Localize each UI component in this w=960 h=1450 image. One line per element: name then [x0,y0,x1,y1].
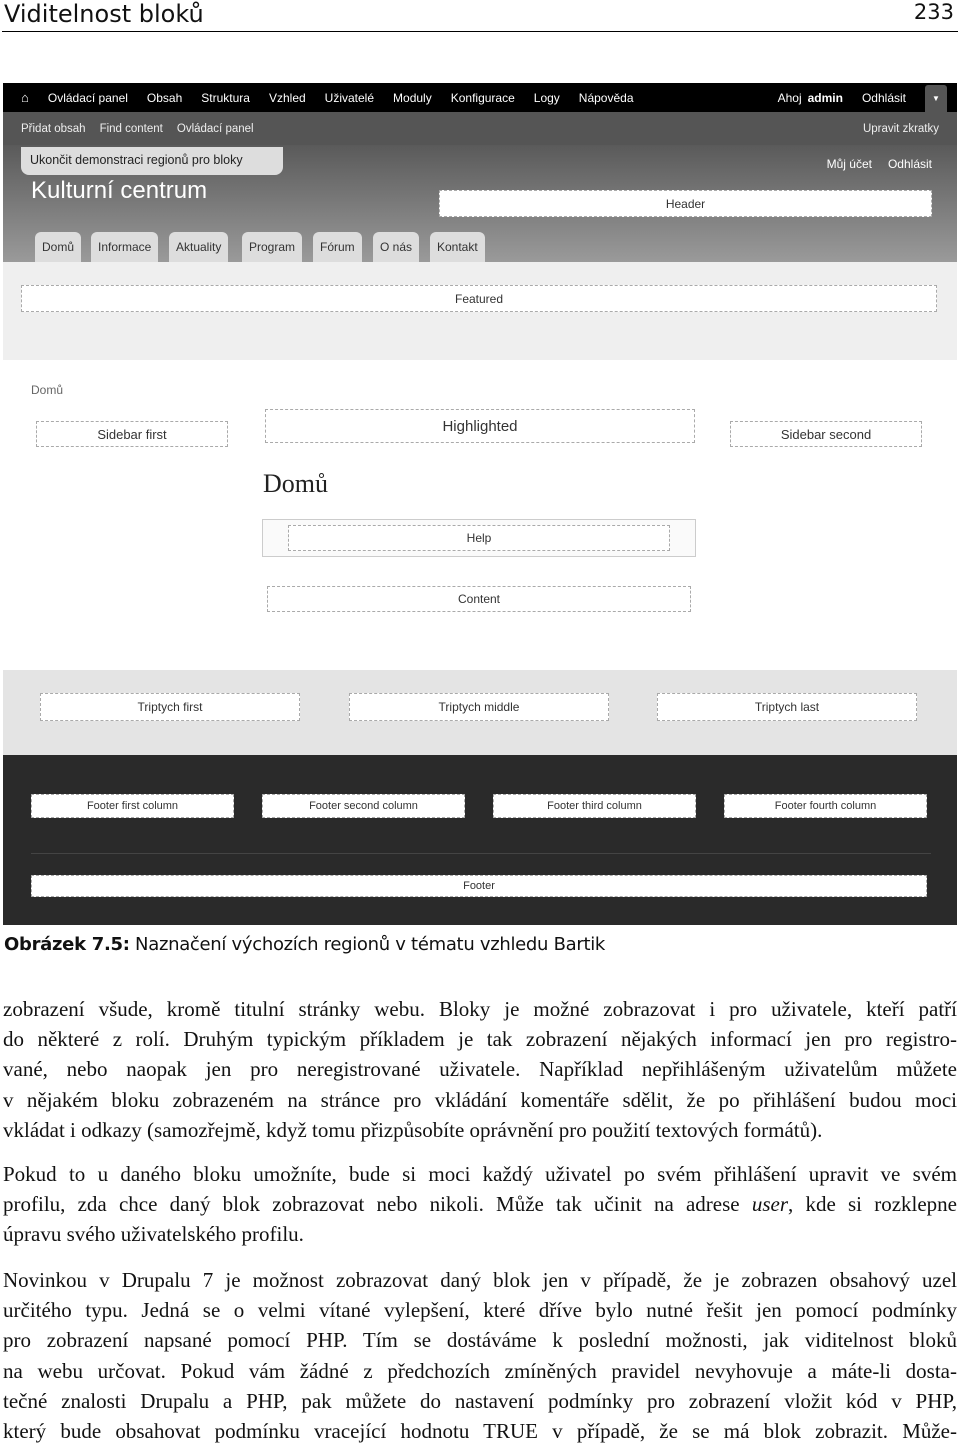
region-footer-fourth: Footer fourth column [724,794,927,818]
text-line: který bude obsahovat podmínku vracející … [3,1418,957,1443]
tab-program[interactable]: Program [242,232,303,262]
region-triptych-first: Triptych first [40,693,300,721]
shortcut-link[interactable]: Přidat obsah [21,123,86,135]
my-account-link[interactable]: Můj účet [827,157,872,171]
featured-area: Featured [3,262,957,360]
text-line: vkládat i odkazy (samozřejmě, když tomu … [3,1117,823,1142]
exit-demo-button[interactable]: Ukončit demonstraci regionů pro bloky [21,147,283,175]
shortcuts-bar: Přidat obsah Find content Ovládací panel… [3,112,957,145]
toolbar-item[interactable]: Moduly [393,91,432,105]
tab-contact[interactable]: Kontakt [430,232,485,262]
region-footer-first: Footer first column [31,794,234,818]
site-name[interactable]: Kulturní centrum [31,177,207,205]
tab-news[interactable]: Aktuality [169,232,229,262]
region-highlighted: Highlighted [265,409,695,443]
text-line: v nějakém bloku zobrazeném na stránce pr… [3,1087,957,1112]
text-line: tečné znalosti Drupalu a PHP, pak můžete… [3,1388,957,1413]
text-line: Novinkou v Drupalu 7 je možnost zobrazov… [3,1268,957,1292]
region-sidebar-first: Sidebar first [36,421,228,447]
tab-about[interactable]: O nás [373,232,420,262]
toolbar-item[interactable]: Obsah [147,91,182,105]
screenshot-figure: ⌂ Ovládací panel Obsah Struktura Vzhled … [3,83,957,925]
edit-shortcuts-link[interactable]: Upravit zkratky [863,123,939,135]
shortcut-link[interactable]: Ovládací panel [177,123,254,135]
paragraph-1: zobrazení všude, kromě titulní stránky w… [3,994,957,1145]
toolbar-item[interactable]: Nápověda [579,91,634,105]
page-title: Domů [263,469,328,498]
username[interactable]: admin [808,91,843,105]
toolbar-item[interactable]: Uživatelé [325,91,374,105]
admin-toolbar: ⌂ Ovládací panel Obsah Struktura Vzhled … [3,83,957,112]
footer-divider [31,853,931,854]
text-line: určitého typu. Jedná se o velmi vítané v… [3,1298,957,1323]
region-featured: Featured [21,285,937,312]
shortcut-link[interactable]: Find content [100,123,163,135]
caption-label: Obrázek 7.5: [4,934,130,955]
text-line: profilu, zda chce daný blok zobrazovat n… [3,1192,957,1217]
breadcrumb[interactable]: Domů [31,383,63,397]
text-line: do některé z rolí. Druhým typickým příkl… [3,1027,957,1052]
help-wrapper: Help [262,519,696,557]
region-triptych-middle: Triptych middle [349,693,609,721]
greeting: Ahoj [777,90,802,105]
region-footer-second: Footer second column [262,794,465,818]
text-line: Pokud to u daného bloku umožníte, bude s… [3,1162,957,1186]
tab-information[interactable]: Informace [91,232,159,262]
toolbar-item[interactable]: Konfigurace [451,91,515,105]
running-head: Viditelnost bloků [4,0,204,28]
region-content: Content [267,586,691,612]
toolbar-item[interactable]: Ovládací panel [48,91,128,105]
toolbar-item[interactable]: Vzhled [269,91,306,105]
footer-area: Footer first column Footer second column… [3,755,957,925]
region-header: Header [439,190,932,217]
region-triptych-last: Triptych last [657,693,917,721]
text-line: pro zobrazení napsané pomocí PHP. Tím se… [3,1328,957,1353]
home-icon[interactable]: ⌂ [21,90,29,105]
figure-caption: Obrázek 7.5: Naznačení výchozích regionů… [4,934,605,955]
logout-link[interactable]: Odhlásit [888,157,932,171]
region-help: Help [288,525,670,551]
toolbar-item[interactable]: Struktura [201,91,250,105]
logout-link[interactable]: Odhlásit [862,91,906,105]
secondary-menu: Můj účet Odhlásit [827,157,932,171]
region-footer-third: Footer third column [493,794,696,818]
page-number: 233 [913,0,954,24]
paragraph-3: Novinkou v Drupalu 7 je možnost zobrazov… [3,1265,957,1446]
toggle-shortcuts-icon[interactable]: ▼ [925,85,947,112]
text-line: vané, nebo naopak jen pro neregistrované… [3,1057,957,1082]
region-sidebar-second: Sidebar second [730,421,922,447]
header-rule [2,31,958,32]
caption-text: Naznačení výchozích regionů v tématu vzh… [129,934,606,955]
region-footer: Footer [31,875,927,897]
text-line: úpravu svého uživatelského profilu. [3,1222,304,1247]
paragraph-2: Pokud to u daného bloku umožníte, bude s… [3,1159,957,1250]
tab-forum[interactable]: Fórum [313,232,362,262]
triptych-area: Triptych first Triptych middle Triptych … [3,670,957,755]
toolbar-item[interactable]: Logy [534,91,560,105]
text-line: zobrazení všude, kromě titulní stránky w… [3,997,957,1021]
tab-home[interactable]: Domů [35,232,82,262]
text-line: na webu určovat. Pokud vám žádné z předc… [3,1358,957,1383]
